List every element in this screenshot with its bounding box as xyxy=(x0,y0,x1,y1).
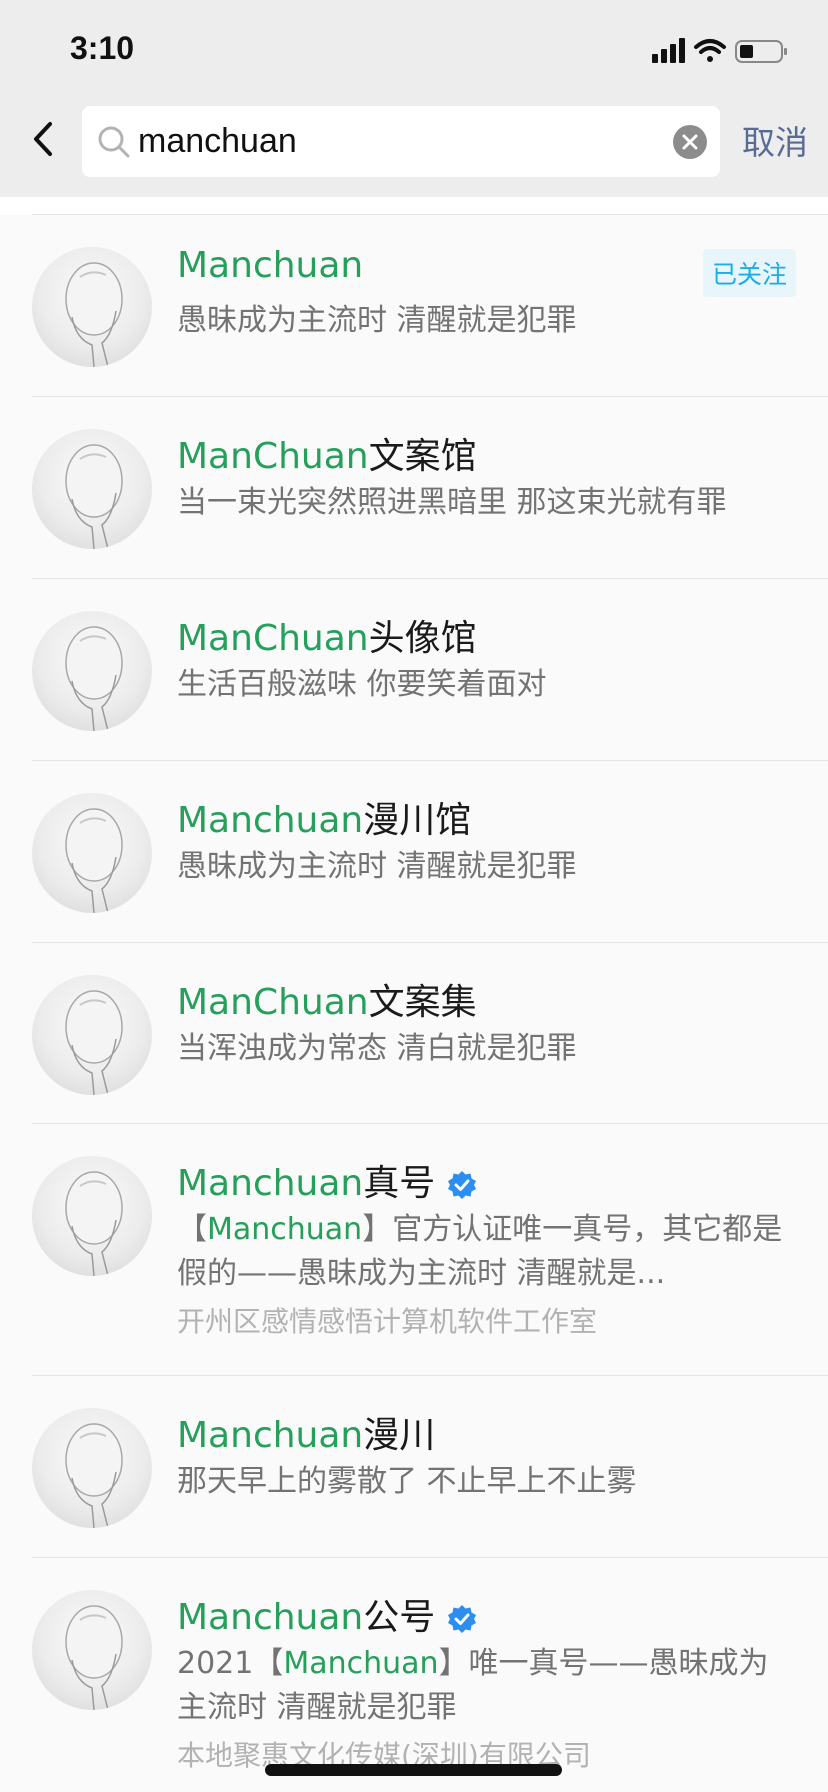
result-row[interactable]: Manchuan 愚昧成为主流时 清醒就是犯罪 已关注 xyxy=(0,215,828,397)
avatar xyxy=(32,247,152,367)
account-description: 愚昧成为主流时 清醒就是犯罪 xyxy=(177,849,577,884)
verified-icon xyxy=(448,1605,477,1633)
result-row[interactable]: Manchuan漫川那天早上的雾散了 不止早上不止雾 xyxy=(0,1376,828,1558)
account-name: Manchuan xyxy=(177,245,363,286)
clear-icon[interactable] xyxy=(672,124,708,160)
search-box[interactable] xyxy=(82,106,720,177)
result-row[interactable]: Manchuan公号 2021【Manchuan】唯一真号——愚昧成为主流时 清醒… xyxy=(0,1558,828,1792)
name-highlight: Manchuan xyxy=(177,1163,364,1204)
desc-highlight: Manchuan xyxy=(283,1646,439,1681)
account-name: Manchuan漫川 xyxy=(177,1406,435,1458)
top-bar: 3:10 取消 xyxy=(0,0,828,197)
back-button[interactable] xyxy=(22,112,70,166)
result-row[interactable]: ManChuan头像馆生活百般滋味 你要笑着面对 xyxy=(0,579,828,761)
avatar xyxy=(32,793,152,913)
account-name: ManChuan文案馆 xyxy=(177,427,477,479)
name-highlight: Manchuan xyxy=(177,1415,364,1456)
account-name: Manchuan真号 xyxy=(177,1154,477,1206)
avatar xyxy=(32,1156,152,1276)
name-highlight: ManChuan xyxy=(177,982,369,1023)
avatar xyxy=(32,1408,152,1528)
name-rest: 漫川馆 xyxy=(363,800,472,841)
account-description: 愚昧成为主流时 清醒就是犯罪 xyxy=(177,303,577,338)
name-highlight: ManChuan xyxy=(177,436,369,477)
home-indicator xyxy=(265,1764,562,1776)
account-description: 当一束光突然照进黑暗里 那这束光就有罪 xyxy=(177,485,727,520)
search-icon xyxy=(98,126,130,158)
name-highlight: Manchuan xyxy=(177,1597,364,1638)
battery-icon xyxy=(735,40,787,63)
name-rest: 文案馆 xyxy=(368,436,477,477)
account-description: 当浑浊成为常态 清白就是犯罪 xyxy=(177,1031,577,1066)
desc-prefix: 【 xyxy=(177,1212,207,1247)
status-time: 3:10 xyxy=(70,30,135,66)
account-name: ManChuan文案集 xyxy=(177,973,477,1025)
name-highlight: Manchuan xyxy=(177,245,364,286)
cancel-button[interactable]: 取消 xyxy=(742,116,808,164)
account-name: Manchuan漫川馆 xyxy=(177,791,471,843)
search-input[interactable] xyxy=(138,114,638,169)
account-organization: 开州区感情感悟计算机软件工作室 xyxy=(177,1305,598,1338)
name-rest: 漫川 xyxy=(363,1415,436,1456)
result-row[interactable]: ManChuan文案集当浑浊成为常态 清白就是犯罪 xyxy=(0,943,828,1124)
avatar xyxy=(32,611,152,731)
desc-prefix: 2021【 xyxy=(177,1646,284,1681)
name-rest: 真号 xyxy=(363,1163,436,1204)
name-highlight: Manchuan xyxy=(177,800,364,841)
name-rest: 公号 xyxy=(363,1597,436,1638)
result-row[interactable]: ManChuan文案馆当一束光突然照进黑暗里 那这束光就有罪 xyxy=(0,397,828,579)
desc-highlight: Manchuan xyxy=(207,1212,363,1247)
name-rest: 头像馆 xyxy=(368,618,477,659)
name-rest: 文案集 xyxy=(368,982,477,1023)
result-row[interactable]: Manchuan真号 【Manchuan】官方认证唯一真号，其它都是假的——愚昧成… xyxy=(0,1124,828,1376)
verified-icon xyxy=(448,1171,477,1199)
avatar xyxy=(32,975,152,1095)
account-description: 2021【Manchuan】唯一真号——愚昧成为主流时 清醒就是犯罪 xyxy=(177,1642,797,1730)
status-icons xyxy=(652,38,787,63)
account-description: 【Manchuan】官方认证唯一真号，其它都是假的——愚昧成为主流时 清醒就是.… xyxy=(177,1208,797,1296)
name-highlight: ManChuan xyxy=(177,618,369,659)
avatar xyxy=(32,1590,152,1710)
cellular-signal-icon xyxy=(652,38,685,63)
result-row[interactable]: Manchuan漫川馆愚昧成为主流时 清醒就是犯罪 xyxy=(0,761,828,943)
avatar xyxy=(32,429,152,549)
account-description: 生活百般滋味 你要笑着面对 xyxy=(177,667,547,702)
wifi-icon xyxy=(694,39,726,62)
account-description: 那天早上的雾散了 不止早上不止雾 xyxy=(177,1464,637,1499)
followed-badge: 已关注 xyxy=(702,249,796,297)
account-name: ManChuan头像馆 xyxy=(177,609,477,661)
account-name: Manchuan公号 xyxy=(177,1588,477,1640)
